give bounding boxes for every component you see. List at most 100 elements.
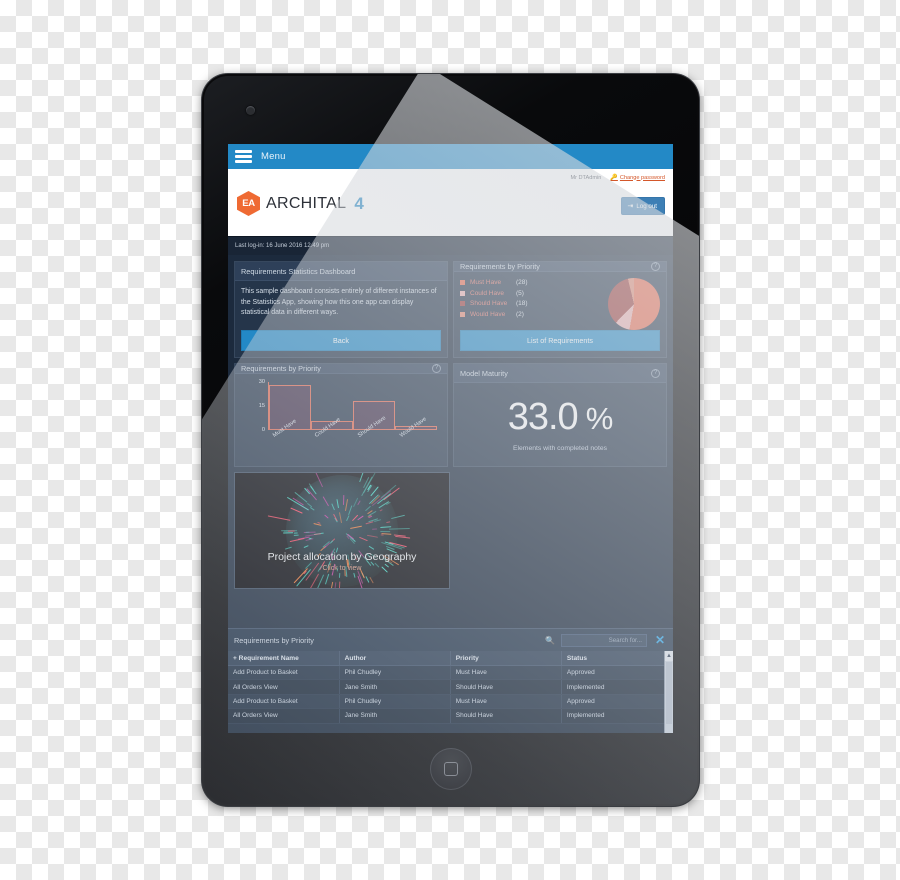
x-label-cell: Must Have (268, 432, 310, 460)
globe-spike (338, 573, 340, 578)
legend-label: Could Have (470, 290, 516, 297)
globe-spike (346, 516, 350, 522)
help-icon[interactable]: ? (651, 369, 660, 378)
globe-spike (368, 546, 374, 550)
table-scrollbar[interactable]: ▲ (664, 651, 673, 733)
logo-text: EA (237, 191, 260, 216)
globe-spike (331, 503, 335, 510)
table-column-header[interactable]: + Requirement Name (228, 651, 339, 666)
legend-value: (2) (516, 311, 524, 318)
globe-spike (303, 545, 308, 548)
dashboard-row-2: Requirements by Priority ? 30 15 0 Must Ha… (234, 363, 667, 467)
change-password-link[interactable]: 🔑 Change password (610, 174, 665, 181)
table-row[interactable]: All Orders View Jane Smith Should Have Impl… (228, 680, 673, 694)
table-row[interactable]: Add Product to Basket Phil Chudley Must Ha… (228, 694, 673, 708)
legend-value: (5) (516, 290, 524, 297)
globe-spike (357, 516, 364, 521)
table-row[interactable]: Add Product to Basket Phil Chudley Must Ha… (228, 666, 673, 680)
table-cell: Approved (561, 694, 672, 708)
last-login-text: Last log-in: 16 June 2016 12.49 pm (235, 243, 329, 249)
legend-item: Could Have (5) (460, 290, 604, 297)
panel-title: Requirements by Priority (460, 262, 540, 271)
x-label-cell: Would Have (395, 432, 437, 460)
hamburger-icon[interactable] (235, 150, 252, 163)
dashboard-row-3: Project allocation by Geography Click to… (234, 472, 667, 589)
search-placeholder: Search for... (609, 637, 642, 644)
globe-spike (323, 497, 330, 507)
table-cell: Phil Chudley (339, 694, 450, 708)
panel-requirements-by-priority-bar: Requirements by Priority ? 30 15 0 Must Ha… (234, 363, 448, 467)
back-button[interactable]: Back (241, 330, 441, 351)
panel-model-maturity: Model Maturity ? 33.0 % Elements with co… (453, 363, 667, 467)
panel-statistics-dashboard: Requirements Statistics Dashboard This s… (234, 261, 448, 358)
home-button[interactable] (430, 748, 472, 790)
table-column-header[interactable]: Priority (450, 651, 561, 666)
scroll-up-icon[interactable]: ▲ (665, 651, 673, 661)
table-cell: Add Product to Basket (228, 666, 339, 680)
globe-title: Project allocation by Geography (235, 551, 449, 563)
requirements-table-window: Requirements by Priority 🔍 Search for...… (228, 628, 673, 733)
logout-button[interactable]: ⇥ Log out (621, 197, 665, 215)
logout-label: Log out (636, 203, 657, 210)
brand-name: ARCHITAL (266, 195, 346, 213)
globe-spike (290, 507, 303, 513)
table-cell: Jane Smith (339, 709, 450, 723)
globe-spike (285, 546, 292, 549)
globe-spike (368, 515, 372, 518)
table-cell: All Orders View (228, 709, 339, 723)
globe-spike (387, 521, 391, 523)
globe-spike (305, 531, 309, 532)
table-row[interactable]: All Orders View Jane Smith Should Have Impl… (228, 709, 673, 723)
last-login-bar: Last log-in: 16 June 2016 12.49 pm (228, 236, 673, 255)
table-column-header[interactable]: Status (561, 651, 672, 666)
table-cell: All Orders View (228, 680, 339, 694)
table-cell: Implemented (561, 709, 672, 723)
globe-spike (380, 531, 390, 533)
globe-spike (351, 526, 363, 530)
table-cell: Must Have (450, 694, 561, 708)
globe-spike (325, 515, 330, 519)
legend-item: Would Have (2) (460, 311, 604, 318)
help-icon[interactable]: ? (651, 262, 660, 271)
table-cell: Must Have (450, 666, 561, 680)
bar-chart-yaxis: 30 15 0 (251, 382, 265, 430)
globe-spike (339, 512, 342, 523)
help-icon[interactable]: ? (432, 364, 441, 373)
brand-version: 4 (354, 194, 363, 214)
maturity-value: 33.0 (508, 398, 578, 436)
table-column-header[interactable]: Author (339, 651, 450, 666)
legend-swatch (460, 280, 465, 285)
panel-project-allocation-geography[interactable]: Project allocation by Geography Click to… (234, 472, 450, 589)
globe-spike (357, 500, 361, 505)
search-icon[interactable]: 🔍 (545, 636, 555, 645)
globe-spike (333, 513, 338, 521)
app-menubar[interactable]: Menu (228, 144, 673, 169)
globe-spike (294, 534, 299, 536)
globe-caption: Project allocation by Geography Click to… (235, 551, 449, 572)
bar-chart: 30 15 0 Must Have Could Have Should Have Woul… (241, 382, 441, 460)
pie-chart (608, 278, 660, 330)
legend-label: Should Have (470, 300, 516, 307)
list-of-requirements-button[interactable]: List of Requirements (460, 330, 660, 351)
scrollbar-thumb[interactable] (666, 662, 672, 724)
dashboard-grid: Requirements Statistics Dashboard This s… (228, 255, 673, 589)
globe-spike (307, 502, 312, 506)
pie-chart-area: Must Have (28) Could Have (5) Should Have (18… (460, 278, 660, 330)
globe-spike (375, 520, 382, 523)
globe-subtitle: Click to view (235, 565, 449, 572)
table-window-header: Requirements by Priority 🔍 Search for...… (228, 629, 673, 651)
table-cell: Add Product to Basket (228, 694, 339, 708)
maturity-unit: % (586, 403, 613, 434)
globe-spike (290, 538, 305, 542)
panel-body: Must Have (28) Could Have (5) Should Have (18… (454, 272, 666, 357)
panel-header: Model Maturity ? (454, 364, 666, 383)
change-password-label: Change password (620, 175, 665, 181)
table-cell: Should Have (450, 709, 561, 723)
panel-body: 33.0 % Elements with completed notes (454, 383, 666, 466)
search-input[interactable]: Search for... (561, 634, 647, 647)
x-label-cell: Should Have (353, 432, 395, 460)
legend-item: Must Have (28) (460, 279, 604, 286)
bar-chart-xlabels: Must Have Could Have Should Have Would Have (268, 432, 437, 460)
close-icon[interactable]: ✕ (653, 634, 667, 646)
globe-spike (367, 534, 378, 537)
